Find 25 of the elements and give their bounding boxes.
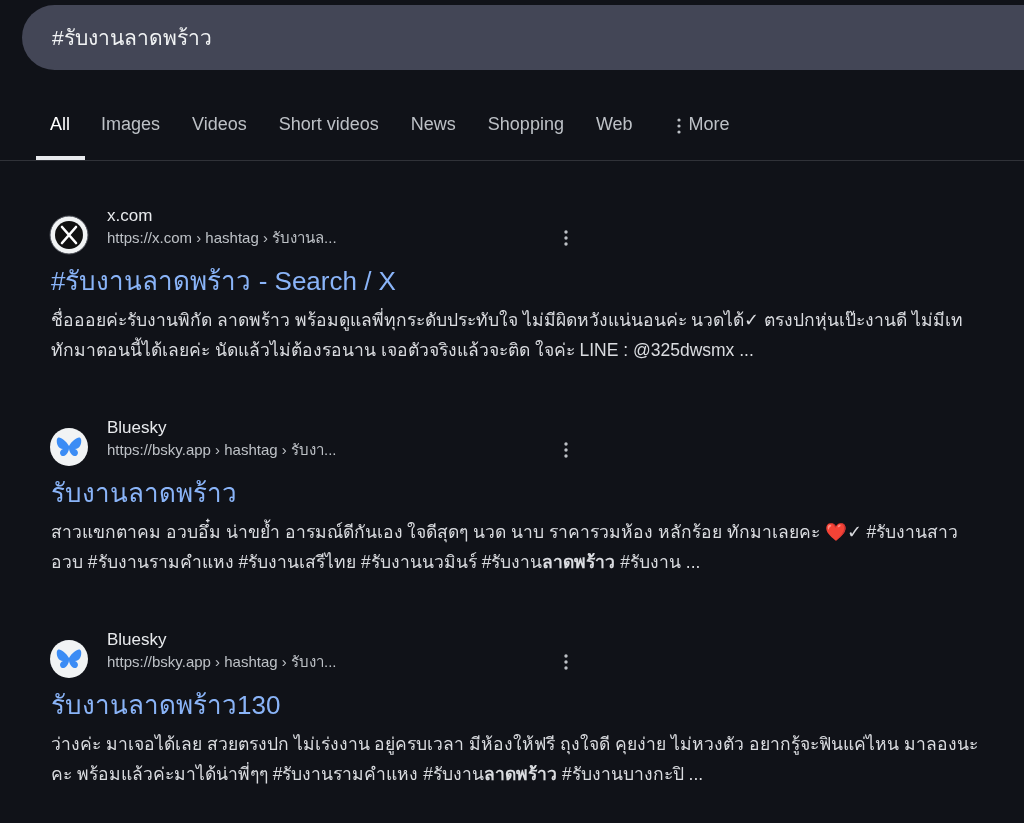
result-snippet: ว่างค่ะ มาเจอได้เลย สวยตรงปก ไม่เร่งงาน อยู่ครบเวลา มีห้องให้ฟรี ถุงใจดี คุยง่าย ไม่หวงตัว อยากรู้จะฟินแค่ไหน มาลองนะคะ พร้อมแล้วค่ะมาได้น่าพี่ๆๆ #รับงานรามคำแหง #รับงานลาดพร้าว #รับงานบางกะปิ ...	[51, 733, 979, 786]
butterfly-icon	[49, 639, 89, 679]
search-field[interactable]: #รับงานลาดพร้าว	[22, 5, 1024, 70]
search-tab[interactable]: News	[394, 106, 472, 160]
search-tab[interactable]: More	[648, 106, 746, 160]
site-name: Bluesky	[107, 629, 168, 651]
x-logo-icon	[49, 215, 89, 255]
result-title-link[interactable]: รับงานลาดพร้าว	[51, 475, 237, 511]
search-tab[interactable]: Images	[85, 106, 177, 160]
result-url: https://bsky.app › hashtag › รับงา...	[107, 652, 337, 672]
search-tab[interactable]: Web	[579, 106, 649, 160]
butterfly-icon	[49, 427, 89, 467]
result-url: https://x.com › hashtag › รับงานล...	[107, 228, 337, 248]
result-snippet: สาวแขกตาคม อวบอึ๋ม น่าขย้ำ อารมณ์ดีกันเอง ใจดีสุดๆ นวด นาบ ราคารวมห้อง หลักร้อย ทักมาเลยคะ ❤✓ #รับงานสาวอวบ #รับงานรามคำแหง #รับงานเสรีไทย #รับงานนวมินร์ #รับงานลาดพร้าว #รับงาน ...	[51, 517, 986, 577]
search-tab[interactable]: Short videos	[262, 106, 395, 160]
search-tab[interactable]: All	[36, 106, 85, 160]
site-name: x.com	[107, 205, 154, 227]
more-icon	[676, 118, 681, 134]
site-name: Bluesky	[107, 417, 168, 439]
search-tab[interactable]: Shopping	[471, 106, 580, 160]
result-title-link[interactable]: รับงานลาดพร้าว130	[51, 687, 281, 723]
result-title-link[interactable]: #รับงานลาดพร้าว - Search / X	[51, 263, 396, 299]
result-url: https://bsky.app › hashtag › รับงา...	[107, 440, 337, 460]
search-tab[interactable]: Videos	[176, 106, 263, 160]
result-snippet: ชื่อออยค่ะรับงานพิกัด ลาดพร้าว พร้อมดูแลพี่ทุกระดับประทับใจ ไม่มีผิดหวังแน่นอนค่ะ นวดได้✓ ตรงปกหุ่นเป๊ะงานดี ไม่มีเท ทักมาตอนนี้ได้เลยค่ะ นัดแล้วไม่ต้องรอนาน เจอตัวจริงแล้วจะติด ใจค่ะ LINE : @325dwsmx ...	[51, 307, 965, 362]
